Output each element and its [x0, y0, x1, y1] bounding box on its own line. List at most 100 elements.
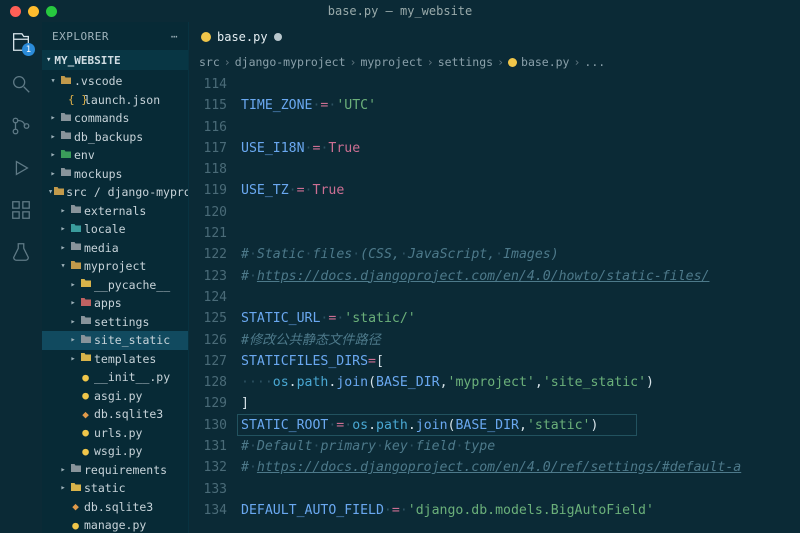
tree-item[interactable]: ▸◆db.sqlite3 — [42, 405, 188, 424]
tree-item[interactable]: ▸db_backups — [42, 128, 188, 147]
breadcrumb-item[interactable]: base.py — [521, 55, 569, 69]
run-debug-icon[interactable] — [9, 156, 33, 180]
tree-item[interactable]: ▾src / django-myproject — [42, 183, 188, 202]
file-tree[interactable]: ▾ .vscode ▸{ }launch.json▸commands▸db_back… — [42, 70, 188, 533]
tree-item[interactable]: ▸media — [42, 239, 188, 258]
chevron-down-icon[interactable]: ▾ — [48, 76, 58, 86]
code-line[interactable]: USE_TZ·=·True — [241, 180, 800, 201]
tree-item[interactable]: ▸●urls.py — [42, 424, 188, 443]
tree-item[interactable]: ▸settings — [42, 313, 188, 332]
ellipsis-icon[interactable]: ⋯ — [171, 30, 178, 43]
tree-item[interactable]: ▸__pycache__ — [42, 276, 188, 295]
tree-item[interactable]: ▸●wsgi.py — [42, 442, 188, 461]
tree-item[interactable]: ▸●manage.py — [42, 516, 188, 533]
chevron-right-icon[interactable]: ▸ — [68, 280, 78, 290]
chevron-right-icon[interactable]: ▸ — [48, 113, 58, 123]
chevron-right-icon[interactable]: ▸ — [48, 150, 58, 160]
chevron-right-icon[interactable]: ▸ — [68, 298, 78, 308]
code-line[interactable]: TIME_ZONE·=·'UTC' — [241, 95, 800, 116]
code-line[interactable]: USE_I18N·=·True — [241, 138, 800, 159]
code-line[interactable]: ] — [241, 393, 800, 414]
code-line[interactable]: #修改公共静态文件路径 — [241, 330, 800, 351]
chevron-right-icon[interactable]: ▸ — [68, 317, 78, 327]
code-line[interactable]: #·https://docs.djangoproject.com/en/4.0/… — [241, 266, 800, 287]
chevron-right-icon[interactable]: ▸ — [58, 483, 68, 493]
tree-item-label: requirements — [84, 463, 167, 477]
chevron-right-icon[interactable]: ▸ — [58, 224, 68, 234]
tree-item[interactable]: ▸◆db.sqlite3 — [42, 498, 188, 517]
chevron-right-icon: › — [497, 55, 504, 69]
code-content[interactable]: TIME_ZONE·=·'UTC' USE_I18N·=·True USE_TZ… — [241, 72, 800, 533]
code-line[interactable] — [241, 479, 800, 500]
tree-item[interactable]: ▸ requirements — [42, 461, 188, 480]
code-line[interactable] — [241, 223, 800, 244]
search-icon[interactable] — [9, 72, 33, 96]
chevron-right-icon[interactable]: ▸ — [58, 206, 68, 216]
code-line[interactable] — [241, 159, 800, 180]
sidebar-section[interactable]: ▾ MY_WEBSITE — [42, 50, 188, 70]
code-line[interactable] — [241, 202, 800, 223]
code-line[interactable]: #·https://docs.djangoproject.com/en/4.0/… — [241, 457, 800, 478]
tree-item[interactable]: ▸{ }launch.json — [42, 91, 188, 110]
breadcrumb-item[interactable]: src — [199, 55, 220, 69]
tree-item[interactable]: ▸site_static — [42, 331, 188, 350]
code-line[interactable] — [241, 74, 800, 95]
code-line[interactable]: STATIC_URL·=·'static/' — [241, 308, 800, 329]
close-window-icon[interactable] — [10, 6, 21, 17]
line-number: 125 — [189, 308, 227, 329]
chevron-right-icon: › — [573, 55, 580, 69]
chevron-right-icon[interactable]: ▸ — [68, 354, 78, 364]
chevron-right-icon[interactable]: ▸ — [68, 335, 78, 345]
chevron-right-icon[interactable]: ▸ — [48, 132, 58, 142]
tab-label: base.py — [217, 30, 268, 44]
extensions-icon[interactable] — [9, 198, 33, 222]
code-line[interactable]: STATIC_ROOT·=·os.path.join(BASE_DIR,'sta… — [241, 415, 800, 436]
tree-item[interactable]: ▸templates — [42, 350, 188, 369]
tree-item[interactable]: ▸locale — [42, 220, 188, 239]
tree-item[interactable]: ▸commands — [42, 109, 188, 128]
line-number: 123 — [189, 266, 227, 287]
breadcrumb-item[interactable]: django-myproject — [235, 55, 346, 69]
code-line[interactable]: #·Static·files·(CSS,·JavaScript,·Images) — [241, 244, 800, 265]
testing-icon[interactable] — [9, 240, 33, 264]
chevron-right-icon[interactable]: ▸ — [58, 465, 68, 475]
tree-item-label: externals — [84, 204, 146, 218]
tree-item[interactable]: ▾ .vscode — [42, 72, 188, 91]
minimize-window-icon[interactable] — [28, 6, 39, 17]
file-icon: ● — [78, 389, 93, 402]
chevron-down-icon[interactable]: ▾ — [58, 261, 68, 271]
line-number: 128 — [189, 372, 227, 393]
tree-item[interactable]: ▸static — [42, 479, 188, 498]
source-control-icon[interactable] — [9, 114, 33, 138]
tree-item-label: .vscode — [74, 74, 122, 88]
code-line[interactable]: #·Default·primary·key·field·type — [241, 436, 800, 457]
breadcrumb-item[interactable]: settings — [438, 55, 493, 69]
file-icon: ● — [68, 519, 83, 532]
sidebar-header: EXPLORER ⋯ — [42, 22, 188, 50]
code-line[interactable] — [241, 117, 800, 138]
tree-item-label: env — [74, 148, 95, 162]
code-editor[interactable]: 1141151161171181191201211221231241251261… — [189, 72, 800, 533]
tree-item[interactable]: ▸apps — [42, 294, 188, 313]
code-line[interactable]: STATICFILES_DIRS=[ — [241, 351, 800, 372]
breadcrumb-item[interactable]: myproject — [360, 55, 422, 69]
tree-item[interactable]: ▸●asgi.py — [42, 387, 188, 406]
code-line[interactable]: DEFAULT_AUTO_FIELD·=·'django.db.models.B… — [241, 500, 800, 521]
tree-item[interactable]: ▸●__init__.py — [42, 368, 188, 387]
tree-item[interactable]: ▸ env — [42, 146, 188, 165]
file-icon: ● — [78, 426, 93, 439]
tree-item[interactable]: ▾myproject — [42, 257, 188, 276]
maximize-window-icon[interactable] — [46, 6, 57, 17]
code-line[interactable] — [241, 287, 800, 308]
breadcrumbs[interactable]: src›django-myproject›myproject›settings›… — [189, 52, 800, 72]
code-line[interactable]: ····os.path.join(BASE_DIR,'myproject','s… — [241, 372, 800, 393]
chevron-right-icon[interactable]: ▸ — [58, 243, 68, 253]
tree-item[interactable]: ▸mockups — [42, 165, 188, 184]
breadcrumb-item[interactable]: ... — [584, 55, 605, 69]
window-controls — [0, 6, 57, 17]
tab-base-py[interactable]: base.py — [189, 22, 294, 52]
tree-item[interactable]: ▸ externals — [42, 202, 188, 221]
chevron-right-icon[interactable]: ▸ — [48, 169, 58, 179]
chevron-right-icon: › — [224, 55, 231, 69]
explorer-icon[interactable]: 1 — [9, 30, 33, 54]
